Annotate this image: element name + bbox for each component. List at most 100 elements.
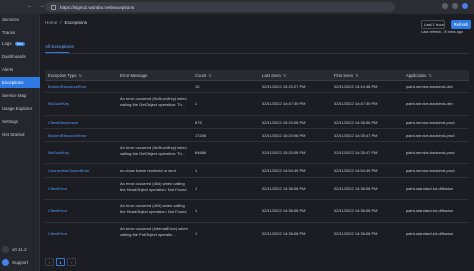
count-cell: 17206 [195,133,207,138]
support-icon [2,259,9,266]
exception-type-link[interactable]: BrokenResourceError [48,133,87,138]
sidebar-item-logs[interactable]: Logs Beta [0,38,40,49]
first-seen-cell: 02/11/2022 14:47:39 PM [334,101,378,106]
exception-type-link[interactable]: NoSuchKey [48,150,69,155]
sidebar-item-settings[interactable]: Settings [0,116,40,127]
version-label: v0.11.2 [12,247,27,252]
prev-page-button[interactable]: ‹ [45,258,54,266]
sort-icon: ⇅ [428,73,433,78]
application-cell: paint-standard-txt-diffusion [406,231,454,236]
error-message-cell: An error occurred (InternalError) when c… [120,226,188,237]
time-range-select[interactable]: Last 1 hour [421,20,445,29]
error-message-cell: An error occurred (404) when calling the… [120,203,187,214]
profile-icon[interactable] [462,3,468,9]
count-cell: 1 [195,208,198,213]
exception-type-link[interactable]: NoSuchKey [48,101,69,106]
table-header: Exception Type ⇅ Error Message Count ⇅ Las… [45,70,469,81]
sort-icon: ⇅ [208,73,212,78]
last-seen-cell: 02/11/2022 14:47:39 PM [262,101,306,106]
support-link[interactable]: Support [2,259,28,266]
first-seen-cell: 02/11/2022 14:35:47 PM [334,150,378,155]
lock-icon [51,4,56,10]
table-row: BrokenResourceError 10 02/11/2022 15:20:… [45,81,469,93]
browser-toolbar: ← → ⟳ https://signoz.wombo.net/exception… [0,0,474,14]
count-cell: 1 [195,186,198,191]
last-seen-cell: 02/11/2022 14:36:08 PM [262,231,306,236]
sidebar-item-usage-explorer[interactable]: Usage Explorer [0,103,40,114]
next-page-button[interactable]: › [67,258,76,266]
tab-all-exceptions[interactable]: All Exceptions [45,44,74,49]
refresh-button[interactable]: Refresh [451,20,471,29]
table-row: NoSuchKey An error occurred (NoSuchKey) … [45,93,469,116]
first-seen-cell: 02/11/2022 14:36:56 PM [334,120,378,125]
header-count[interactable]: Count ⇅ [195,73,212,78]
url-text[interactable]: https://signoz.wombo.net/exceptions [60,5,134,10]
error-message-cell: An error occurred (NoSuchKey) when calli… [120,96,187,107]
error-message-cell: An error occurred (404) when calling the… [120,181,187,192]
application-cell: paint-service-backend-prod [406,150,455,155]
beta-badge: Beta [14,41,26,46]
sidebar-item-exceptions[interactable]: Exceptions [0,77,40,88]
first-seen-cell: 02/11/2022 14:35:47 PM [334,133,378,138]
table-row: NoSuchKey An error occurred (NoSuchKey) … [45,142,469,164]
count-cell: 1 [195,168,198,173]
sidebar-item-label: Dashboards [2,54,26,59]
last-seen-cell: 02/11/2022 14:36:08 PM [262,208,306,213]
sort-icon: ⇅ [282,73,287,78]
sidebar-item-label: Exceptions [2,80,24,85]
last-seen-cell: 02/11/2022 15:20:08 PM [262,120,306,125]
first-seen-cell: 02/11/2022 14:36:08 PM [334,186,378,191]
table-row: ConnectionClosedError no close frame rec… [45,164,469,178]
header-error-message: Error Message [120,73,148,78]
header-exception-type[interactable]: Exception Type ⇅ [48,73,82,78]
pagination: ‹ 1 › [45,258,76,266]
exceptions-table: Exception Type ⇅ Error Message Count ⇅ Las… [45,70,469,245]
sidebar-item-get-started[interactable]: Get Started [0,129,40,140]
sidebar-item-label: Service Map [2,93,27,98]
count-cell: 675 [195,120,202,125]
breadcrumb: Home / Exceptions [45,20,87,25]
count-cell: 1 [195,231,198,236]
header-first-seen[interactable]: First Seen ⇅ [334,73,359,78]
sidebar-item-label: Alerts [2,67,14,72]
count-cell: 1 [195,101,198,106]
sidebar-item-traces[interactable]: Traces [0,27,40,38]
sidebar-item-services[interactable]: Services [0,14,40,25]
table-row: BrokenResourceError 17206 02/11/2022 15:… [45,129,469,142]
exception-type-link[interactable]: ClientError [48,208,67,213]
last-seen-cell: 02/11/2022 15:20:08 PM [262,150,306,155]
extension-icon[interactable] [442,3,448,9]
exception-type-link[interactable]: ConnectionClosedError [48,168,90,173]
error-message-cell: An error occurred (NoSuchKey) when calli… [120,145,187,156]
sidebar-item-service-map[interactable]: Service Map [0,90,40,101]
application-cell: paint-service-backend-prod [406,168,455,173]
first-seen-cell: 02/11/2022 14:36:08 PM [334,231,378,236]
support-label: Support [12,260,29,265]
application-cell: paint-standard-txt-diffusion [406,208,454,213]
last-seen-cell: 02/11/2022 14:36:08 PM [262,186,306,191]
last-seen-cell: 02/11/2022 14:54:49 PM [262,168,306,173]
count-cell: 64666 [195,150,207,155]
sidebar-item-alerts[interactable]: Alerts [0,64,40,75]
header-application[interactable]: Application ⇅ [406,73,432,78]
page-1-button[interactable]: 1 [56,258,65,266]
address-bar[interactable]: https://signoz.wombo.net/exceptions [45,2,395,12]
sidebar-item-dashboards[interactable]: Dashboards [0,51,40,62]
application-cell: paint-service-backend-prod [406,120,455,125]
count-cell: 10 [195,84,200,89]
header-last-seen[interactable]: Last Seen ⇅ [262,73,286,78]
exception-type-link[interactable]: BrokenResourceError [48,84,87,89]
sidebar-item-label: Logs [2,41,12,46]
extension-icon[interactable] [452,3,458,9]
sidebar-item-label: Services [2,17,19,22]
main-content: Home / Exceptions Last 1 hour Refresh Last… [40,14,474,271]
back-arrow-icon[interactable]: ← [27,3,33,10]
exception-type-link[interactable]: ClientDisconnect [48,120,78,125]
version-icon [2,246,9,253]
exception-type-link[interactable]: ClientError [48,231,67,236]
exception-type-link[interactable]: ClientError [48,186,67,191]
breadcrumb-home[interactable]: Home [45,20,57,25]
sort-icon: ⇅ [78,73,83,78]
first-seen-cell: 02/11/2022 14:54:49 PM [334,168,378,173]
browser-extension-icons [442,3,468,9]
